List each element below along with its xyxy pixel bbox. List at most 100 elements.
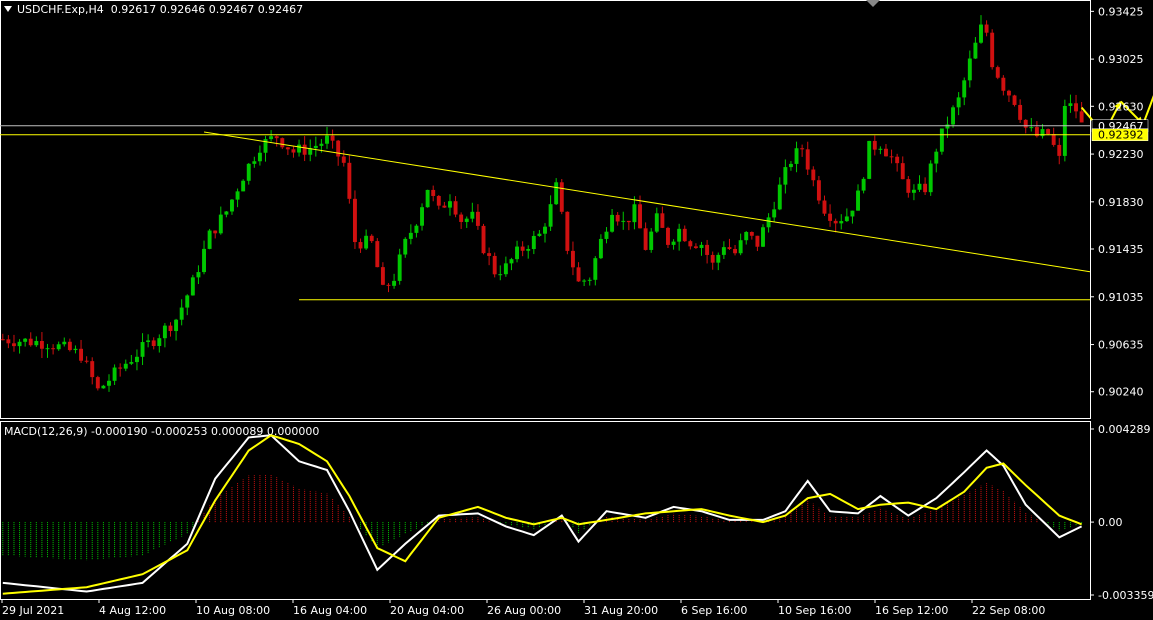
candle-body <box>230 199 234 212</box>
candle-body <box>0 339 5 341</box>
candle-body <box>576 267 581 282</box>
candle-body <box>1001 77 1006 91</box>
candle-body <box>643 228 648 250</box>
candle-body <box>252 161 257 164</box>
candle-body <box>213 230 218 234</box>
candle-body <box>1079 111 1084 123</box>
candle-body <box>716 254 721 263</box>
candle-body <box>884 148 888 157</box>
candle-body <box>537 233 542 236</box>
price-tick-label: 0.93425 <box>1098 5 1144 18</box>
candle-body <box>911 189 916 193</box>
candle-body <box>710 254 715 263</box>
candle-body <box>453 201 458 215</box>
candle-body <box>856 190 860 211</box>
time-tick-label: 16 Aug 04:00 <box>293 604 367 617</box>
price-tick-label: 0.93025 <box>1098 53 1144 66</box>
candle-body <box>503 263 508 275</box>
candle-body <box>693 246 698 248</box>
candle-body <box>721 247 726 255</box>
candle-body <box>548 204 553 227</box>
candle-body <box>498 274 503 276</box>
candle-body <box>107 380 111 386</box>
candle-body <box>570 250 575 268</box>
candle-body <box>352 198 357 243</box>
candle-body <box>448 201 452 208</box>
projection-arrow <box>1142 95 1153 125</box>
candle-body <box>531 235 536 250</box>
candle-body <box>12 343 16 347</box>
candle-body <box>1029 127 1034 129</box>
candle-body <box>241 180 246 192</box>
candle-body <box>727 247 732 249</box>
candle-body <box>677 228 682 242</box>
candle-body <box>984 24 989 33</box>
candle-body <box>543 226 547 234</box>
candle-body <box>800 148 805 150</box>
candle-body <box>420 207 424 226</box>
candle-body <box>1046 129 1051 135</box>
candle-body <box>174 319 179 332</box>
time-tick-label: 10 Aug 08:00 <box>196 604 270 617</box>
candle-body <box>967 58 972 81</box>
candle-body <box>598 238 603 259</box>
candle-body <box>1074 103 1078 112</box>
time-tick-label: 10 Sep 16:00 <box>778 604 851 617</box>
candle-body <box>738 240 743 254</box>
candle-body <box>79 348 84 361</box>
candle-body <box>51 348 56 350</box>
candle-body <box>62 341 67 345</box>
scroll-marker-icon[interactable] <box>866 0 880 7</box>
candle-body <box>375 241 380 268</box>
candle-body <box>839 221 844 224</box>
candle-body <box>973 42 978 59</box>
candle-body <box>6 339 11 344</box>
candle-body <box>755 235 760 247</box>
candle-body <box>151 340 156 346</box>
candle-body <box>330 135 335 141</box>
candle-body <box>587 279 592 281</box>
candle-body <box>380 267 385 285</box>
candle-body <box>358 242 363 249</box>
candle-body <box>34 340 39 346</box>
candle-body <box>224 211 229 215</box>
candle-body <box>129 362 134 364</box>
candle-body <box>341 156 346 163</box>
time-tick-label: 16 Sep 12:00 <box>875 604 948 617</box>
candle-body <box>900 163 905 180</box>
candle-body <box>593 258 598 280</box>
chart-canvas[interactable]: 0.93425 0.93025 0.92630 0.92230 0.91830 0.914… <box>0 0 1153 620</box>
candle-body <box>962 80 967 98</box>
candle-body <box>515 246 520 260</box>
candle-body <box>660 213 665 228</box>
candle-body <box>520 246 525 251</box>
candle-body <box>828 213 833 221</box>
candle-body <box>269 136 274 140</box>
candle-body <box>196 272 201 278</box>
candle-body <box>749 232 754 236</box>
candle-body <box>157 338 162 346</box>
candle-body <box>761 227 765 247</box>
candle-body <box>1012 95 1017 105</box>
candle-body <box>777 184 782 210</box>
candle-body <box>414 225 419 233</box>
candle-body <box>783 167 788 185</box>
price-tick-label: 0.91830 <box>1098 196 1144 209</box>
price-tick-label: 0.91035 <box>1098 291 1144 304</box>
candle-body <box>179 307 184 320</box>
candle-body <box>638 204 642 229</box>
candle-body <box>274 136 279 139</box>
candle-body <box>392 280 397 286</box>
candle-body <box>45 348 50 350</box>
main-panel-frame <box>0 0 1091 419</box>
candle-body <box>928 163 933 193</box>
candle-body <box>1051 134 1056 145</box>
candle-body <box>666 227 670 245</box>
candle-body <box>559 182 564 212</box>
candle-body <box>526 249 531 251</box>
candle-body <box>17 341 22 347</box>
candle-body <box>23 338 28 342</box>
candle-body <box>364 235 369 249</box>
macd-line <box>2 434 1083 593</box>
candle-body <box>257 152 262 162</box>
